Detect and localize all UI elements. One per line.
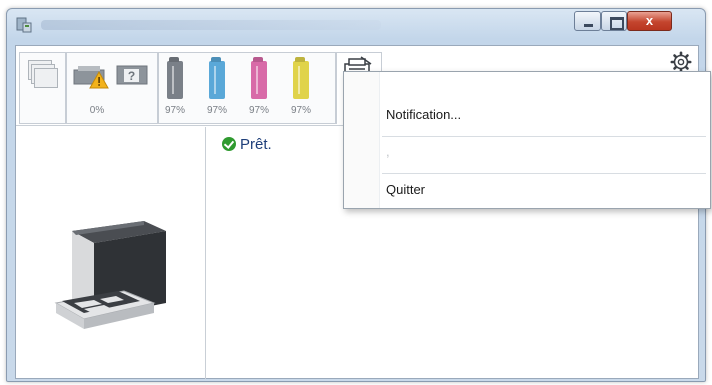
ready-check-icon (222, 137, 236, 151)
toner-levels-group[interactable]: 97% 97% 97% 97% (158, 52, 336, 124)
toner-magenta-icon (251, 61, 267, 99)
title-bar[interactable]: x (7, 9, 705, 39)
printer-image (54, 221, 166, 329)
context-menu: Notification... , Quitter (343, 71, 711, 209)
menu-item-blank[interactable]: , (344, 136, 710, 168)
toner-black-percent: 97% (164, 105, 185, 116)
settings-gear-icon[interactable] (670, 51, 692, 73)
toner-cyan-percent: 97% (206, 105, 227, 116)
toner-magenta-percent: 97% (248, 105, 269, 116)
printer-status-group[interactable]: ? 0% (66, 52, 158, 124)
toner-yellow-percent: 97% (290, 105, 311, 116)
toner-cyan-icon (209, 61, 225, 99)
toner-black-icon (167, 61, 183, 99)
status-percent: 0% (89, 105, 105, 116)
paper-stack-icon (28, 60, 60, 90)
minimize-button[interactable] (574, 11, 601, 31)
svg-text:?: ? (128, 69, 135, 83)
printer-image-pane (16, 127, 206, 379)
menu-item-notification[interactable]: Notification... (344, 99, 710, 131)
printer-app-icon (16, 17, 32, 33)
status-text: Prêt. (240, 135, 272, 153)
close-icon: x (645, 13, 654, 28)
close-button[interactable]: x (627, 11, 672, 31)
status-row: Prêt. (222, 134, 272, 154)
paper-status-group[interactable] (19, 52, 66, 124)
menu-item-quit[interactable]: Quitter (344, 174, 710, 206)
window-title (41, 20, 381, 30)
printer-warning-icon (73, 66, 109, 89)
maximize-button[interactable] (601, 11, 627, 31)
printer-help-icon: ? (116, 65, 148, 85)
toner-yellow-icon (293, 61, 309, 99)
